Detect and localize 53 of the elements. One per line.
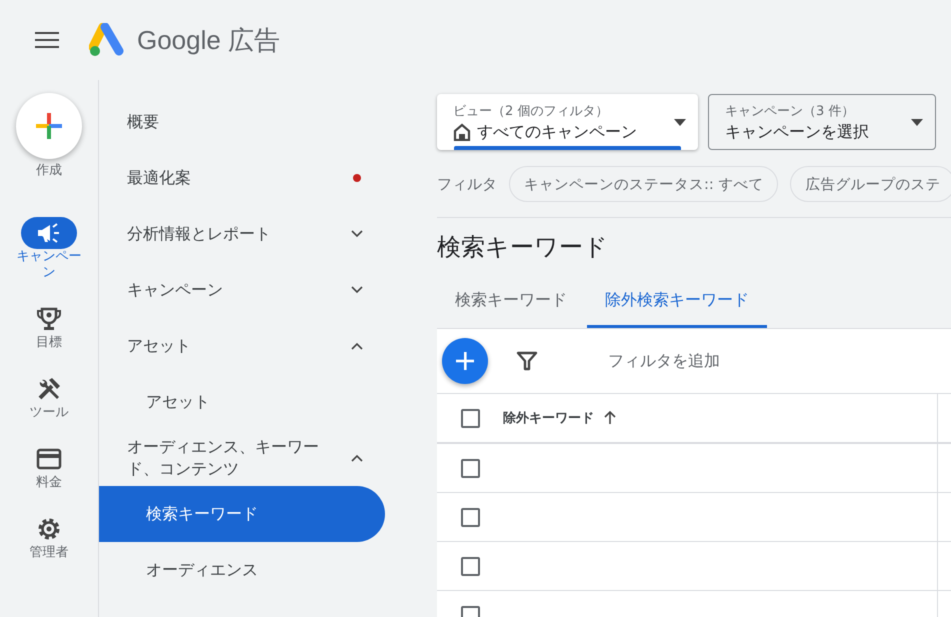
logo-icon [89, 23, 125, 57]
nav-item[interactable]: アセット [99, 374, 385, 430]
chevron-icon [351, 342, 363, 350]
rail-campaign-button[interactable] [21, 217, 77, 249]
tools-icon [36, 376, 62, 402]
chevron-icon [351, 230, 363, 238]
nav-item[interactable]: オーディエンス、キーワード、コンテンツ [99, 430, 385, 486]
select-label: キャンペーン（3 件） [725, 102, 856, 120]
product-name: Google 広告 [137, 24, 280, 56]
chevron-icon [351, 286, 363, 294]
megaphone-icon [36, 222, 62, 244]
filter-chip[interactable]: キャンペーンのステータス:: すべて [509, 166, 778, 202]
plus-icon [34, 111, 64, 141]
dropdown-icon [911, 118, 923, 126]
column-header[interactable]: 除外キーワード [503, 409, 594, 427]
tab[interactable]: 検索キーワード [437, 284, 585, 328]
rail-label: 管理者 [28, 545, 70, 561]
filter-chip[interactable]: 広告グループのステ [790, 166, 951, 202]
rail-label: 目標 [35, 335, 63, 351]
select-label: ビュー（2 個のフィルタ） [453, 102, 610, 120]
chevron-icon [351, 454, 363, 462]
nav-item[interactable]: 検索キーワード [99, 486, 385, 542]
filter-label: フィルタ [437, 174, 497, 194]
rail-label: キャンペーン [16, 249, 82, 281]
checkbox[interactable] [460, 556, 480, 576]
plus-icon [454, 350, 476, 372]
add-filter-field[interactable]: フィルタを追加 [608, 350, 720, 372]
rail-label: 料金 [35, 475, 63, 491]
checkbox[interactable] [460, 408, 480, 428]
dropdown-icon [674, 118, 686, 126]
card-icon [36, 448, 62, 470]
checkbox[interactable] [460, 508, 480, 526]
trophy-icon [36, 306, 62, 332]
nav-item[interactable]: オーディエンス [99, 542, 385, 598]
filter-icon[interactable] [516, 350, 538, 372]
select-value: すべてのキャンペーン [477, 122, 637, 142]
campaign-select[interactable]: キャンペーン（3 件） キャンペーンを選択 [708, 94, 936, 150]
nav-item[interactable]: 分析情報とレポート [99, 206, 385, 262]
add-button[interactable] [442, 338, 488, 384]
rail-label: 作成 [35, 163, 63, 179]
settings-icon [36, 516, 62, 542]
view-select[interactable]: ビュー（2 個のフィルタ） すべてのキャンペーン [437, 94, 698, 150]
page-title: 検索キーワード [437, 232, 609, 262]
nav-item[interactable]: 最適化案 [99, 150, 385, 206]
nav-item[interactable]: 概要 [99, 94, 385, 150]
checkbox[interactable] [460, 458, 480, 478]
create-button[interactable] [16, 93, 82, 159]
menu-icon[interactable] [35, 31, 59, 49]
rail-label: ツール [28, 405, 70, 421]
home-icon [453, 123, 471, 141]
select-value: キャンペーンを選択 [725, 122, 870, 142]
nav-item[interactable]: アセット [99, 318, 385, 374]
nav-item[interactable]: キャンペーン [99, 262, 385, 318]
